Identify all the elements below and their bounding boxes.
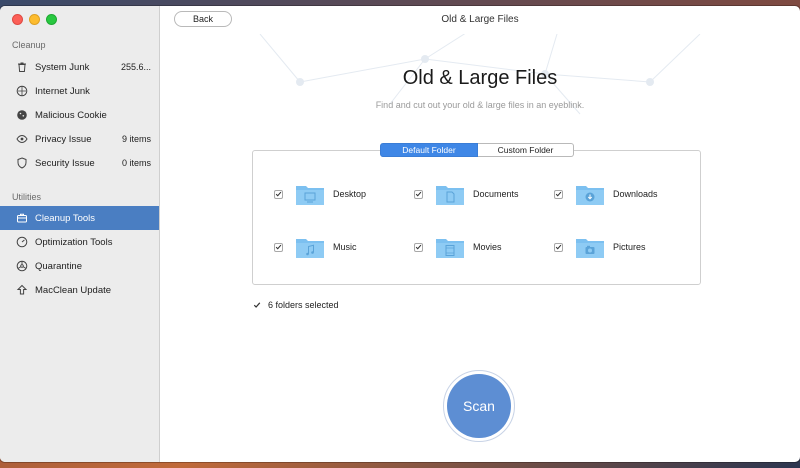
sidebar-item-label: Malicious Cookie (35, 109, 107, 121)
folder-checkbox[interactable] (554, 189, 563, 199)
sidebar-item-cleanup-tools[interactable]: Cleanup Tools (0, 206, 159, 230)
documents-folder-icon (436, 186, 464, 205)
upload-arrow-icon (15, 283, 29, 297)
folder-name: Desktop (333, 189, 367, 199)
folder-name: Downloads (613, 189, 658, 199)
window-title: Old & Large Files (441, 14, 519, 25)
selected-count-text: 6 folders selected (268, 300, 339, 310)
sidebar-item-label: Privacy Issue (35, 133, 92, 145)
folder-mode-segmented-control: Default Folder Custom Folder (380, 143, 574, 157)
movies-folder-icon (436, 239, 464, 258)
tab-default-folder[interactable]: Default Folder (380, 143, 478, 157)
music-folder-icon (296, 239, 324, 258)
sidebar-item-label: Security Issue (35, 157, 95, 169)
sidebar-item-label: Quarantine (35, 260, 83, 272)
sidebar-item-optimization-tools[interactable]: Optimization Tools (0, 230, 159, 254)
eye-icon (15, 132, 29, 146)
folder-checkbox[interactable] (274, 189, 283, 199)
gauge-icon (15, 235, 29, 249)
tab-custom-folder[interactable]: Custom Folder (478, 143, 574, 157)
folder-name: Music (333, 242, 357, 252)
sidebar-item-internet-junk[interactable]: Internet Junk (0, 79, 159, 103)
scan-button[interactable]: Scan (447, 374, 511, 438)
sidebar-section-utilities: Utilities (12, 192, 42, 202)
folder-checkbox[interactable] (554, 242, 563, 252)
sidebar-item-privacy-issue[interactable]: Privacy Issue 9 items (0, 127, 159, 151)
folder-item-pictures[interactable]: Pictures (554, 235, 646, 259)
desktop-folder-icon (296, 186, 324, 205)
folder-item-downloads[interactable]: Downloads (554, 182, 658, 206)
scan-button-ring: Scan (443, 370, 515, 442)
close-window-button[interactable] (12, 14, 23, 25)
folder-name: Pictures (613, 242, 646, 252)
sidebar-item-label: Cleanup Tools (35, 212, 96, 224)
maximize-window-button[interactable] (46, 14, 57, 25)
sidebar-item-security-issue[interactable]: Security Issue 0 items (0, 151, 159, 175)
shield-icon (15, 156, 29, 170)
folder-item-movies[interactable]: Movies (414, 235, 502, 259)
toolbox-icon (15, 211, 29, 225)
window-controls (12, 14, 57, 25)
folder-checkbox[interactable] (414, 242, 423, 252)
pictures-folder-icon (576, 239, 604, 258)
minimize-window-button[interactable] (29, 14, 40, 25)
folder-item-desktop[interactable]: Desktop (274, 182, 366, 206)
cookie-icon (15, 108, 29, 122)
sidebar-item-value: 9 items (121, 134, 151, 144)
page-title: Old & Large Files (402, 67, 558, 89)
selection-summary: 6 folders selected (252, 300, 339, 310)
folder-item-music[interactable]: Music (274, 235, 357, 259)
folder-checkbox[interactable] (274, 242, 283, 252)
folder-name: Documents (473, 189, 519, 199)
sidebar-item-malicious-cookie[interactable]: Malicious Cookie (0, 103, 159, 127)
title-bar: Back Old & Large Files (160, 6, 800, 34)
sidebar: Cleanup System Junk 255.6... Internet Ju… (0, 6, 160, 462)
select-all-checkbox[interactable] (252, 301, 261, 310)
folder-checkbox[interactable] (414, 189, 423, 199)
trash-icon (15, 60, 29, 74)
page-subtitle: Find and cut out your old & large files … (375, 100, 585, 110)
downloads-folder-icon (576, 186, 604, 205)
biohazard-icon (15, 259, 29, 273)
main-content: Old & Large Files Find and cut out your … (160, 34, 800, 462)
sidebar-item-quarantine[interactable]: Quarantine (0, 254, 159, 278)
sidebar-item-label: Optimization Tools (35, 236, 113, 248)
globe-icon (15, 84, 29, 98)
sidebar-item-macclean-update[interactable]: MacClean Update (0, 278, 159, 302)
folder-name: Movies (473, 242, 502, 252)
sidebar-item-label: MacClean Update (35, 284, 112, 296)
sidebar-item-value: 0 items (121, 158, 151, 168)
sidebar-item-system-junk[interactable]: System Junk 255.6... (0, 55, 159, 79)
sidebar-item-value: 255.6... (120, 62, 151, 72)
app-window: Cleanup System Junk 255.6... Internet Ju… (0, 6, 800, 462)
sidebar-section-cleanup: Cleanup (12, 40, 46, 50)
sidebar-item-label: System Junk (35, 61, 90, 73)
folder-panel (252, 150, 701, 285)
folder-item-documents[interactable]: Documents (414, 182, 519, 206)
sidebar-item-label: Internet Junk (35, 85, 90, 97)
